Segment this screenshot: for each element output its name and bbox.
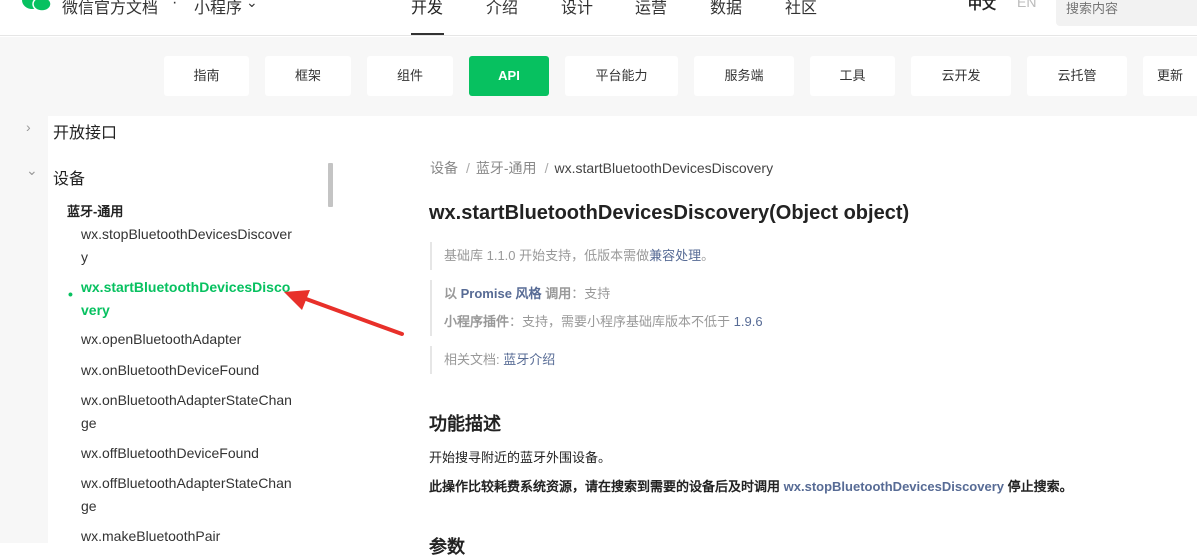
warning-suffix: 停止搜索。 — [1007, 479, 1073, 494]
brand-product[interactable]: 小程序 — [194, 0, 242, 18]
nav-data[interactable]: 数据 — [710, 0, 742, 18]
breadcrumb-device[interactable]: 设备 — [430, 160, 458, 176]
sidebar-group-open-api[interactable]: 开放接口 — [53, 119, 117, 143]
section-title-description: 功能描述 — [429, 414, 501, 434]
breadcrumb-bluetooth[interactable]: 蓝牙-通用 — [476, 160, 537, 176]
sidebar-item-off-adapter-state-change[interactable]: wx.offBluetoothAdapterStateChange — [81, 472, 297, 518]
nav-develop[interactable]: 开发 — [411, 0, 443, 18]
lang-zh[interactable]: 中文 — [968, 0, 996, 14]
search-input[interactable] — [1056, 0, 1197, 26]
sidebar-item-on-adapter-state-change[interactable]: wx.onBluetoothAdapterStateChange — [81, 389, 297, 435]
support-note: 基础库 1.1.0 开始支持，低版本需做兼容处理。 — [430, 242, 714, 270]
support-end: 。 — [701, 248, 715, 263]
active-nav-indicator — [411, 33, 444, 35]
annotation-arrow-icon — [284, 290, 404, 336]
sidebar-item-make-pair[interactable]: wx.makeBluetoothPair — [81, 525, 297, 548]
tab-api[interactable]: API — [469, 56, 549, 96]
brand-title[interactable]: 微信官方文档 — [62, 0, 158, 18]
chevron-right-icon[interactable]: › — [26, 119, 31, 135]
sidebar-item-on-device-found[interactable]: wx.onBluetoothDeviceFound — [81, 359, 297, 382]
nav-intro[interactable]: 介绍 — [486, 0, 518, 18]
lang-en[interactable]: EN — [1017, 0, 1036, 10]
promise-prefix: 以 — [444, 286, 458, 301]
tab-platform[interactable]: 平台能力 — [565, 56, 678, 96]
sub-nav: 指南 框架 组件 API 平台能力 服务端 工具 云开发 云托管 更新 — [0, 37, 1197, 116]
breadcrumb-separator: / — [544, 160, 549, 176]
section-title-params: 参数 — [429, 537, 465, 557]
sidebar-item-stop-discovery[interactable]: wx.stopBluetoothDevicesDiscovery — [81, 223, 297, 269]
promise-style-link[interactable]: Promise 风格 — [461, 286, 542, 301]
sidebar-subgroup-bluetooth[interactable]: 蓝牙-通用 — [67, 201, 123, 220]
support-text: 基础库 1.1.0 开始支持，低版本需做 — [444, 248, 650, 263]
tab-framework[interactable]: 框架 — [265, 56, 351, 96]
top-bar: 微信官方文档 · 小程序 ⌄ 开发 介绍 设计 运营 数据 社区 中文 EN — [0, 0, 1197, 36]
tab-components[interactable]: 组件 — [367, 56, 453, 96]
page-title: wx.startBluetoothDevicesDiscovery(Object… — [429, 202, 910, 224]
description-text: 开始搜寻附近的蓝牙外围设备。 — [429, 450, 612, 465]
plugin-value: ：支持，需要小程序基础库版本不低于 — [509, 314, 731, 329]
brand-separator: · — [172, 0, 178, 11]
tab-cloud-dev[interactable]: 云开发 — [911, 56, 1011, 96]
tab-cloud-hosting[interactable]: 云托管 — [1027, 56, 1127, 96]
breadcrumb-separator: / — [466, 160, 470, 176]
chevron-down-icon[interactable]: ⌄ — [26, 162, 38, 179]
tab-guide[interactable]: 指南 — [164, 56, 249, 96]
nav-design[interactable]: 设计 — [561, 0, 593, 18]
tab-updates[interactable]: 更新 — [1143, 56, 1197, 96]
plugin-version: 1.9.6 — [733, 314, 763, 329]
sidebar-item-open-adapter[interactable]: wx.openBluetoothAdapter — [81, 328, 297, 351]
tab-server[interactable]: 服务端 — [694, 56, 794, 96]
related-docs-note: 相关文档: 蓝牙介绍 — [430, 346, 555, 374]
sidebar-gutter — [0, 116, 48, 543]
promise-note: 以 Promise 风格 调用：支持 小程序插件：支持，需要小程序基础库版本不低… — [430, 280, 763, 336]
nav-community[interactable]: 社区 — [785, 0, 817, 18]
compat-link[interactable]: 兼容处理 — [649, 248, 701, 263]
tab-tools[interactable]: 工具 — [810, 56, 895, 96]
active-bullet: • — [68, 286, 73, 302]
sidebar-scrollbar-thumb[interactable] — [328, 163, 333, 207]
description-warning: 此操作比较耗费系统资源，请在搜索到需要的设备后及时调用 wx.stopBluet… — [429, 476, 1073, 495]
breadcrumb-current: wx.startBluetoothDevicesDiscovery — [554, 160, 774, 176]
nav-operate[interactable]: 运营 — [635, 0, 667, 18]
promise-value: ：支持 — [571, 286, 611, 301]
sidebar-item-start-discovery[interactable]: wx.startBluetoothDevicesDiscovery — [81, 276, 297, 322]
related-label: 相关文档: — [444, 352, 500, 367]
related-bluetooth-link[interactable]: 蓝牙介绍 — [503, 352, 555, 367]
warning-prefix: 此操作比较耗费系统资源，请在搜索到需要的设备后及时调用 — [429, 479, 781, 494]
sidebar-item-off-device-found[interactable]: wx.offBluetoothDeviceFound — [81, 442, 297, 465]
chevron-down-icon[interactable]: ⌄ — [246, 0, 258, 11]
plugin-label: 小程序插件 — [444, 314, 510, 329]
stop-discovery-link[interactable]: wx.stopBluetoothDevicesDiscovery — [784, 479, 1004, 494]
sidebar-group-device[interactable]: 设备 — [53, 165, 85, 189]
promise-call: 调用 — [545, 286, 572, 301]
breadcrumb: 设备 / 蓝牙-通用 / wx.startBluetoothDevicesDiscove… — [430, 158, 773, 178]
wechat-logo-icon — [22, 0, 52, 12]
